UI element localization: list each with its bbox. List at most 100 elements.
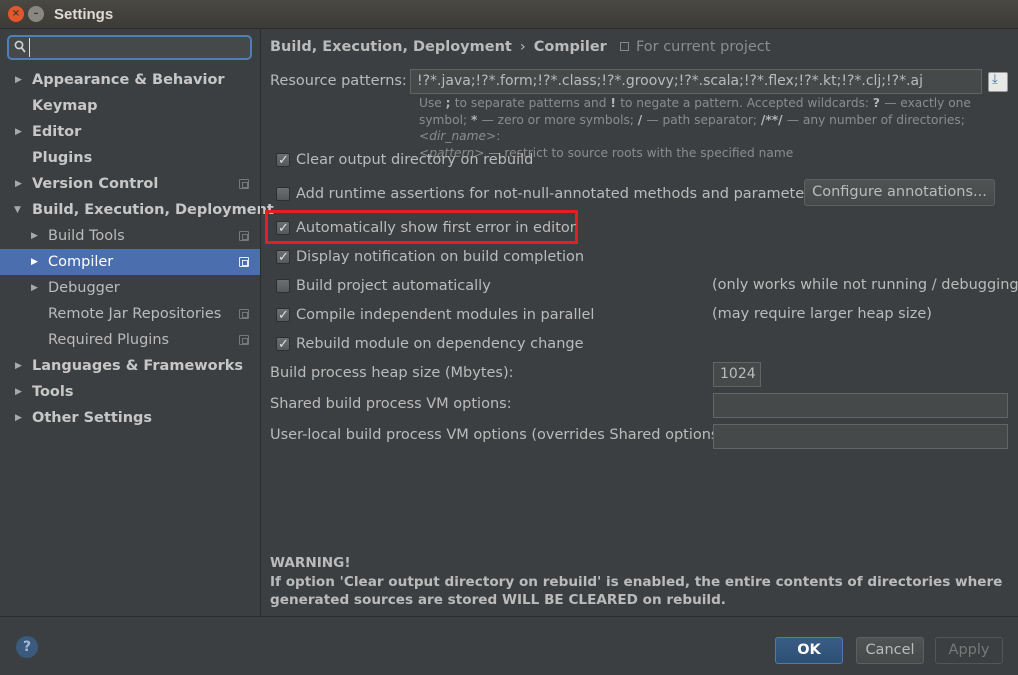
hint-text: to negate a pattern. Accepted wildcards: bbox=[620, 96, 873, 110]
project-scope-icon bbox=[239, 335, 249, 345]
settings-sidebar: ▶ Appearance & Behavior Keymap ▶ Editor … bbox=[0, 29, 274, 616]
runtime-assertions-checkbox[interactable] bbox=[276, 187, 290, 201]
heap-size-input[interactable]: 1024 bbox=[713, 362, 761, 387]
sidebar-item-label: Tools bbox=[32, 384, 74, 400]
sidebar-item-label: Required Plugins bbox=[48, 332, 170, 348]
sidebar-item-label: Debugger bbox=[48, 280, 120, 296]
expand-arrow-icon[interactable]: ▶ bbox=[15, 119, 22, 145]
expand-arrow-icon[interactable]: ▶ bbox=[15, 353, 22, 379]
sidebar-item-label: Keymap bbox=[32, 98, 98, 114]
checkbox-label: Compile independent modules in parallel bbox=[296, 307, 595, 323]
hint-token: ! bbox=[610, 96, 621, 110]
heap-size-label: Build process heap size (Mbytes): bbox=[270, 365, 514, 381]
sidebar-item-remote-jar-repositories[interactable]: Remote Jar Repositories bbox=[0, 301, 260, 327]
hint-token: * bbox=[471, 112, 482, 127]
sidebar-item-other-settings[interactable]: ▶ Other Settings bbox=[0, 405, 260, 431]
hint-text: — zero or more symbols; bbox=[481, 112, 638, 127]
expand-arrow-icon[interactable]: ▶ bbox=[31, 275, 38, 301]
user-vm-options-input[interactable] bbox=[713, 424, 1008, 449]
checkbox-label: Build project automatically bbox=[296, 278, 491, 294]
sidebar-item-build-execution-deployment[interactable]: ▼ Build, Execution, Deployment bbox=[0, 197, 274, 223]
hint-text: — path separator; bbox=[646, 112, 761, 127]
warning-title: WARNING! bbox=[270, 555, 351, 571]
hint-text: to separate patterns and bbox=[454, 96, 611, 110]
project-scope-icon bbox=[619, 42, 629, 51]
breadcrumb: Build, Execution, Deployment › Compiler … bbox=[270, 39, 770, 55]
expand-arrow-icon[interactable]: ▶ bbox=[15, 405, 22, 431]
warning-text: If option 'Clear output directory on reb… bbox=[270, 573, 1003, 590]
breadcrumb-current: Compiler bbox=[533, 39, 607, 55]
project-scope-icon bbox=[239, 309, 249, 319]
expand-arrow-icon[interactable]: ▶ bbox=[15, 67, 22, 93]
compiler-settings-panel: Build, Execution, Deployment › Compiler … bbox=[261, 29, 1018, 616]
compile-parallel-checkbox[interactable] bbox=[276, 305, 290, 327]
sidebar-item-tools[interactable]: ▶ Tools bbox=[0, 379, 260, 405]
project-scope-icon bbox=[239, 231, 249, 241]
sidebar-item-label: Appearance & Behavior bbox=[32, 72, 225, 88]
checkbox-label: Clear output directory on rebuild bbox=[296, 152, 534, 168]
shared-vm-options-label: Shared build process VM options: bbox=[270, 396, 512, 412]
ok-button[interactable]: OK bbox=[775, 637, 843, 664]
checkbox-label: Add runtime assertions for not-null-anno… bbox=[296, 186, 818, 202]
apply-button[interactable]: Apply bbox=[935, 637, 1003, 664]
title-bar: × – Settings bbox=[0, 0, 1018, 29]
hint-text: : bbox=[496, 129, 501, 143]
display-notification-checkbox[interactable] bbox=[276, 247, 290, 269]
dialog-button-bar: ? OK Cancel Apply bbox=[0, 616, 1018, 675]
sidebar-item-languages-frameworks[interactable]: ▶ Languages & Frameworks bbox=[0, 353, 260, 379]
shared-vm-options-input[interactable] bbox=[713, 393, 1008, 418]
sidebar-item-debugger[interactable]: ▶ Debugger bbox=[0, 275, 260, 301]
project-scope-icon bbox=[239, 179, 249, 189]
sidebar-item-label: Plugins bbox=[32, 150, 93, 166]
search-icon bbox=[14, 40, 26, 53]
sidebar-item-label: Remote Jar Repositories bbox=[48, 306, 222, 322]
sidebar-item-plugins[interactable]: Plugins bbox=[0, 145, 260, 171]
hint-token: ? bbox=[872, 96, 885, 110]
expand-field-icon[interactable] bbox=[988, 72, 1008, 92]
sidebar-item-label: Build, Execution, Deployment bbox=[32, 202, 274, 218]
expand-arrow-icon[interactable]: ▶ bbox=[31, 223, 38, 249]
sidebar-item-editor[interactable]: ▶ Editor bbox=[0, 119, 260, 145]
collapse-arrow-icon[interactable]: ▼ bbox=[14, 197, 21, 223]
close-window-icon[interactable]: × bbox=[8, 6, 24, 22]
sidebar-item-keymap[interactable]: Keymap bbox=[0, 93, 260, 119]
sidebar-item-build-tools[interactable]: ▶ Build Tools bbox=[0, 223, 260, 249]
cancel-button[interactable]: Cancel bbox=[856, 637, 924, 664]
search-box[interactable] bbox=[7, 35, 252, 60]
sidebar-item-label: Editor bbox=[32, 124, 82, 140]
sidebar-item-label: Version Control bbox=[32, 176, 159, 192]
minimize-window-icon[interactable]: – bbox=[28, 6, 44, 22]
expand-arrow-icon[interactable]: ▶ bbox=[15, 171, 22, 197]
project-scope-icon bbox=[239, 257, 249, 267]
checkbox-label: Display notification on build completion bbox=[296, 249, 585, 265]
resource-patterns-input[interactable]: !?*.java;!?*.form;!?*.class;!?*.groovy;!… bbox=[410, 69, 982, 94]
hint-token: ; bbox=[445, 96, 455, 110]
build-automatically-note: (only works while not running / debuggin… bbox=[712, 277, 1018, 293]
search-input[interactable] bbox=[29, 38, 247, 57]
sidebar-item-appearance-behavior[interactable]: ▶ Appearance & Behavior bbox=[0, 67, 260, 93]
resource-patterns-label: Resource patterns: bbox=[270, 73, 407, 89]
show-first-error-checkbox[interactable] bbox=[276, 218, 290, 240]
sidebar-item-compiler[interactable]: ▶ Compiler bbox=[0, 249, 260, 275]
expand-arrow-icon[interactable]: ▶ bbox=[31, 249, 38, 275]
sidebar-item-version-control[interactable]: ▶ Version Control bbox=[0, 171, 260, 197]
clear-output-checkbox[interactable] bbox=[276, 150, 290, 172]
scope-label: For current project bbox=[635, 39, 771, 55]
compile-parallel-note: (may require larger heap size) bbox=[712, 306, 932, 322]
help-icon[interactable]: ? bbox=[16, 636, 38, 658]
rebuild-on-dependency-checkbox[interactable] bbox=[276, 334, 290, 356]
expand-arrow-icon[interactable]: ▶ bbox=[15, 379, 22, 405]
hint-token: / bbox=[637, 112, 647, 127]
sidebar-item-required-plugins[interactable]: Required Plugins bbox=[0, 327, 260, 353]
sidebar-item-label: Compiler bbox=[48, 254, 114, 270]
checkbox-label: Rebuild module on dependency change bbox=[296, 336, 584, 352]
configure-annotations-button[interactable]: Configure annotations... bbox=[804, 179, 995, 206]
build-automatically-checkbox[interactable] bbox=[276, 279, 290, 293]
user-vm-options-label: User-local build process VM options (ove… bbox=[270, 427, 730, 443]
sidebar-item-label: Build Tools bbox=[48, 228, 125, 244]
window-title: Settings bbox=[54, 6, 114, 23]
hint-text: Use bbox=[419, 96, 446, 110]
hint-token: /**/ bbox=[760, 112, 787, 127]
hint-text: — any number of directories; bbox=[786, 112, 965, 127]
breadcrumb-separator: › bbox=[519, 39, 526, 55]
